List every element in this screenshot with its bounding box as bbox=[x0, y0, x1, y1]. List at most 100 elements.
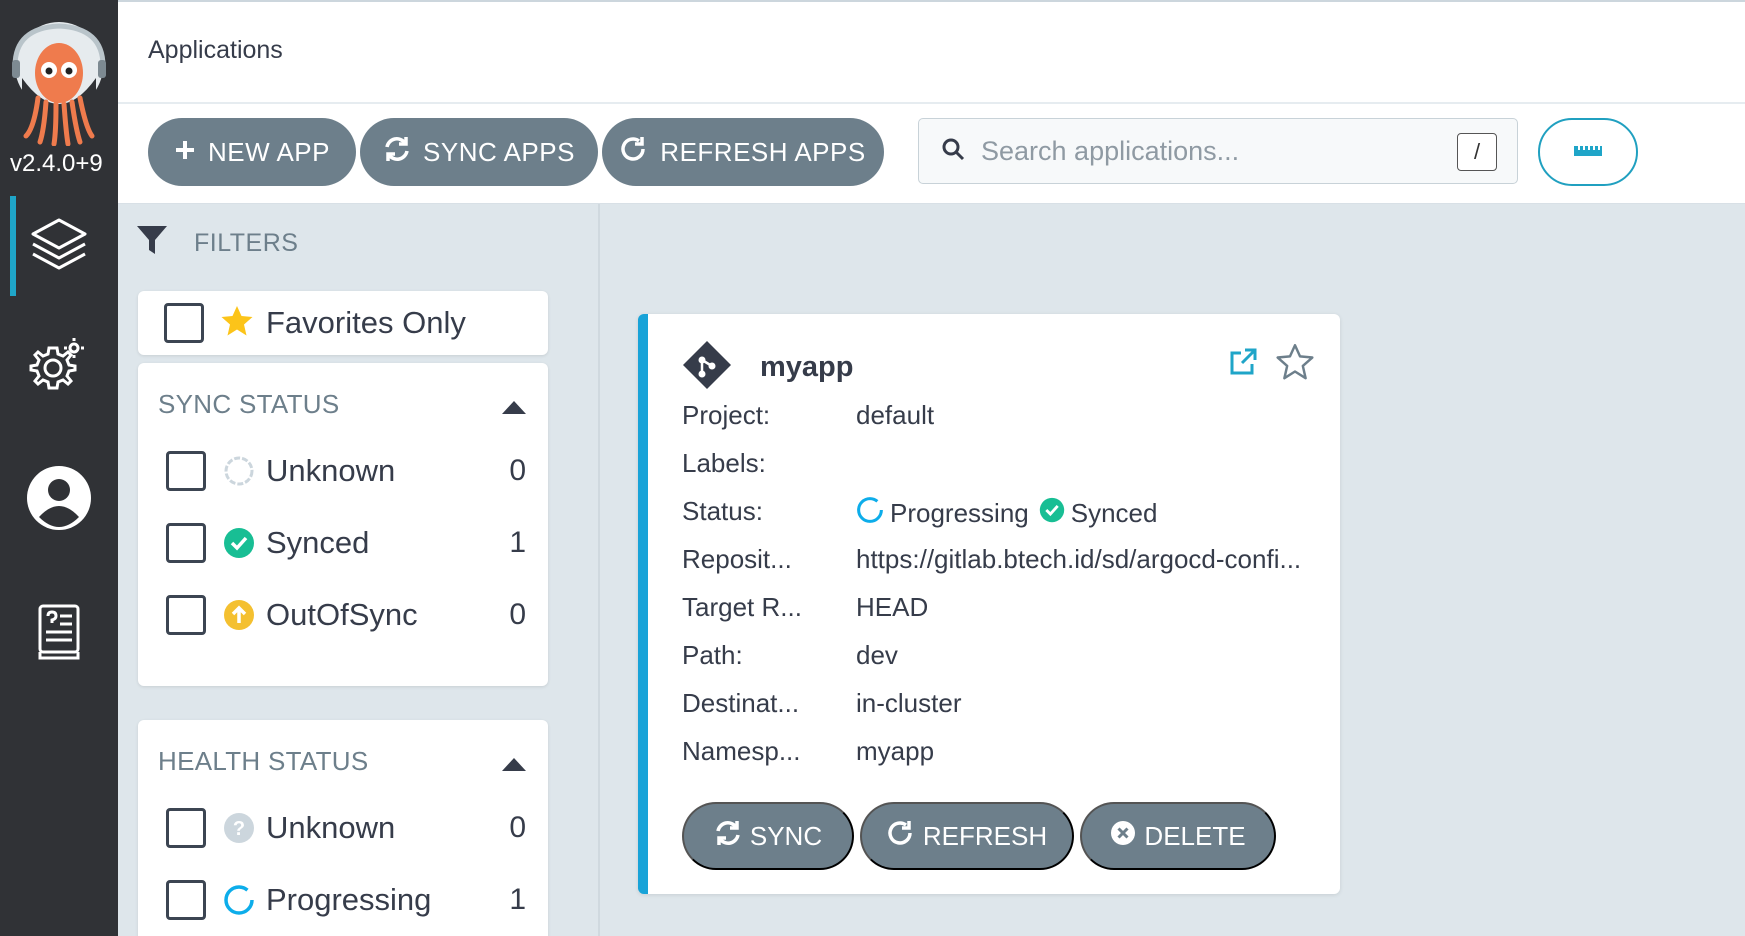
filter-count: 1 bbox=[509, 883, 526, 916]
field-status: Status: Progressing Synced bbox=[682, 496, 1157, 531]
health-status-filter: HEALTH STATUS ? Unknown 0 Progressing 1 bbox=[138, 720, 548, 936]
sync-filter-synced[interactable]: Synced 1 bbox=[166, 519, 526, 567]
filter-count: 0 bbox=[509, 598, 526, 631]
health-filter-progressing[interactable]: Progressing 1 bbox=[166, 876, 526, 924]
favorites-filter[interactable]: Favorites Only bbox=[138, 291, 548, 355]
field-labels: Labels: bbox=[682, 448, 856, 479]
refresh-apps-label: REFRESH APPS bbox=[660, 136, 866, 167]
layers-icon bbox=[29, 214, 89, 279]
check-circle-icon bbox=[1039, 497, 1065, 530]
sync-apps-button[interactable]: SYNC APPS bbox=[360, 118, 598, 186]
question-circle-icon: ? bbox=[222, 812, 256, 844]
field-key: Path: bbox=[682, 640, 743, 670]
refresh-label: REFRESH bbox=[922, 820, 1048, 851]
checkbox[interactable] bbox=[166, 451, 206, 491]
delete-button[interactable]: DELETE bbox=[1080, 802, 1276, 870]
progress-circle-icon bbox=[856, 496, 884, 531]
collapse-caret-icon[interactable] bbox=[502, 758, 526, 771]
refresh-apps-button[interactable]: REFRESH APPS bbox=[602, 118, 884, 186]
sync-filter-unknown[interactable]: Unknown 0 bbox=[166, 447, 526, 495]
top-header: Applications bbox=[118, 0, 1745, 104]
svg-text:?: ? bbox=[233, 818, 245, 840]
sync-status-text: Synced bbox=[1070, 498, 1158, 528]
app-name[interactable]: myapp bbox=[760, 351, 853, 384]
field-key: Project: bbox=[682, 400, 771, 430]
field-key: Labels: bbox=[682, 448, 766, 478]
field-project: Project: default bbox=[682, 400, 934, 431]
nav-applications[interactable] bbox=[0, 196, 118, 296]
filter-icon bbox=[136, 224, 168, 263]
refresh-button[interactable]: REFRESH bbox=[860, 802, 1074, 870]
refresh-icon bbox=[620, 135, 648, 170]
toolbar: NEW APP SYNC APPS REFRESH APPS / bbox=[118, 104, 1745, 204]
filter-count: 1 bbox=[509, 526, 526, 559]
external-link-icon[interactable] bbox=[1228, 347, 1258, 382]
progress-circle-icon bbox=[222, 884, 256, 916]
collapse-caret-icon[interactable] bbox=[502, 401, 526, 414]
field-value: https://gitlab.btech.id/sd/argocd-confi.… bbox=[856, 544, 1302, 574]
nav-docs[interactable] bbox=[0, 584, 118, 684]
checkbox[interactable] bbox=[166, 808, 206, 848]
checkbox[interactable] bbox=[166, 880, 206, 920]
argo-logo[interactable] bbox=[12, 18, 106, 147]
field-key: Target R... bbox=[682, 592, 802, 622]
favorites-label: Favorites Only bbox=[266, 305, 466, 340]
filter-label: Unknown bbox=[266, 810, 396, 845]
git-icon bbox=[682, 340, 732, 395]
sync-button[interactable]: SYNC bbox=[682, 802, 854, 870]
filter-label: OutOfSync bbox=[266, 597, 418, 632]
plus-icon bbox=[174, 137, 196, 168]
health-filter-unknown[interactable]: ? Unknown 0 bbox=[166, 804, 526, 852]
sync-icon bbox=[383, 135, 411, 170]
page-title: Applications bbox=[148, 36, 283, 64]
sync-apps-label: SYNC APPS bbox=[423, 136, 575, 167]
filter-label: Synced bbox=[266, 525, 370, 560]
filters-title: FILTERS bbox=[194, 229, 299, 257]
field-value: myapp bbox=[856, 736, 935, 766]
nav-user[interactable] bbox=[0, 450, 118, 550]
field-value: HEAD bbox=[856, 592, 929, 622]
health-status-text: Progressing bbox=[890, 498, 1029, 528]
view-toggle-button[interactable] bbox=[1538, 118, 1638, 186]
field-value: dev bbox=[856, 640, 898, 670]
field-key: Reposit... bbox=[682, 544, 792, 574]
search-input[interactable] bbox=[981, 135, 1441, 167]
search-box[interactable]: / bbox=[918, 118, 1518, 184]
sync-status-title: SYNC STATUS bbox=[158, 389, 340, 419]
refresh-icon bbox=[887, 819, 915, 854]
star-icon bbox=[220, 305, 254, 342]
checkbox[interactable] bbox=[166, 595, 206, 635]
status-value: Progressing Synced bbox=[856, 496, 1157, 531]
tile-actions bbox=[1228, 344, 1314, 385]
book-icon bbox=[34, 602, 84, 667]
filters-divider bbox=[598, 204, 600, 936]
new-app-button[interactable]: NEW APP bbox=[148, 118, 356, 186]
field-value: default bbox=[856, 400, 935, 430]
filter-count: 0 bbox=[509, 454, 526, 487]
field-key: Status: bbox=[682, 496, 763, 526]
app-tile[interactable]: myapp Project: default Labels: Status: P… bbox=[638, 314, 1340, 894]
delete-label: DELETE bbox=[1144, 820, 1246, 851]
sync-status-filter: SYNC STATUS Unknown 0 Synced 1 OutOfSync… bbox=[138, 363, 548, 686]
favorites-checkbox[interactable] bbox=[164, 303, 204, 343]
field-repository: Reposit... https://gitlab.btech.id/sd/ar… bbox=[682, 544, 1301, 575]
field-path: Path: dev bbox=[682, 640, 898, 671]
filters-header[interactable]: FILTERS bbox=[136, 224, 298, 263]
checkbox[interactable] bbox=[166, 523, 206, 563]
close-circle-icon bbox=[1110, 820, 1136, 853]
search-shortcut-key: / bbox=[1457, 133, 1497, 171]
unknown-circle-icon bbox=[222, 455, 256, 487]
sync-filter-outofsync[interactable]: OutOfSync 0 bbox=[166, 591, 526, 639]
field-target-revision: Target R... HEAD bbox=[682, 592, 928, 623]
version-label: v2.4.0+9 bbox=[10, 150, 103, 177]
field-destination: Destinat... in-cluster bbox=[682, 688, 961, 719]
sync-label: SYNC bbox=[749, 820, 823, 851]
check-circle-icon bbox=[222, 527, 256, 559]
health-status-title: HEALTH STATUS bbox=[158, 746, 369, 776]
nav-settings[interactable] bbox=[0, 316, 118, 416]
filter-label: Unknown bbox=[266, 453, 396, 488]
filter-label: Progressing bbox=[266, 882, 432, 917]
field-key: Namesp... bbox=[682, 736, 801, 766]
favorite-star-icon[interactable] bbox=[1276, 344, 1314, 385]
gears-icon bbox=[29, 334, 89, 399]
